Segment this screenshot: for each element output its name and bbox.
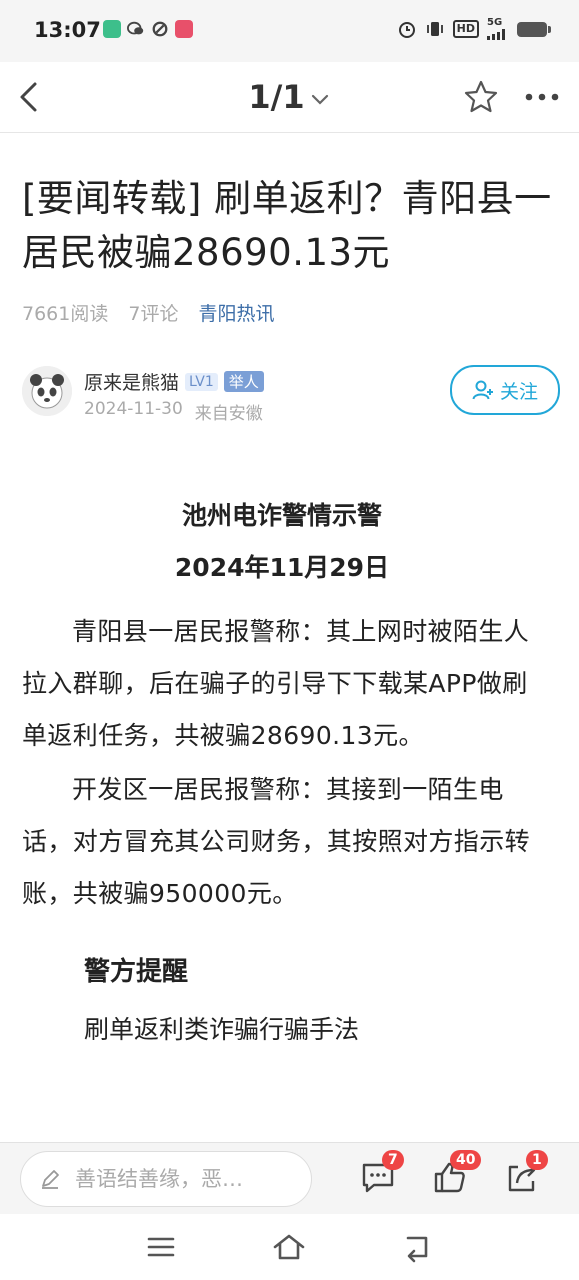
battery-icon [517,21,551,37]
article-title: [要闻转载] 刷单返利？青阳县一居民被骗28690.13元 [22,177,552,274]
author-sub-line: 2024-11-30 来自安徽 [84,399,263,424]
top-nav-bar: 1/1 [0,62,579,133]
read-count: 7661阅读 [22,303,109,325]
star-icon[interactable] [462,78,500,116]
vibrate-icon [426,22,443,36]
system-nav-bar [0,1214,579,1280]
post-date: 2024-11-30 [84,399,183,419]
avatar[interactable] [22,366,72,416]
signal-indicator: 5G [487,18,509,40]
article-heading: 池州电诈警情示警 [181,501,382,530]
notification-icons [103,20,193,38]
author-row: 原来是熊猫 LV1 举人 2024-11-30 来自安徽 关注 [22,364,562,424]
bottom-action-bar: 7 40 1 [0,1142,579,1215]
network-type: 5G [487,17,503,28]
hd-indicator: HD [452,20,479,38]
home-icon[interactable] [272,1230,306,1264]
share-count-badge: 1 [526,1150,548,1170]
app-notification-icon [103,20,121,38]
paragraph: 开发区一居民报警称：其接到一陌生电话，对方冒充其公司财务，其按照对方指示转账，共… [22,775,531,908]
status-bar: 13:07 HD 5G [0,0,579,62]
chevron-down-icon [311,94,328,105]
signal-icon [487,29,505,40]
post-location: 来自安徽 [194,404,263,424]
status-time: 13:07 [34,18,101,42]
source-link[interactable]: 青阳热讯 [198,299,274,326]
author-name-line: 原来是熊猫 LV1 举人 [84,368,264,395]
level-badge: LV1 [185,372,218,391]
app-icon [175,20,193,38]
menu-icon[interactable] [144,1230,178,1264]
article-date-heading: 2024年11月29日 [174,553,390,582]
comments-button[interactable]: 7 [360,1150,404,1195]
like-button[interactable]: 40 [432,1150,482,1195]
article-meta: 7661阅读 7评论 青阳热讯 [22,299,274,326]
back-nav-icon[interactable] [400,1230,434,1264]
share-button[interactable]: 1 [504,1150,548,1195]
alert-heading: 警方提醒 [84,957,189,987]
wechat-icon [127,21,144,35]
sync-icon [152,21,168,37]
alarm-icon [398,22,415,38]
more-icon[interactable] [522,82,562,112]
system-indicators: HD 5G [397,18,551,40]
paragraph: 青阳县一居民报警称：其上网时被陌生人拉入群聊，后在骗子的引导下下载某APP做刷单… [22,617,530,750]
panda-avatar-icon [22,366,72,416]
follow-button[interactable]: 关注 [450,365,560,415]
comment-box[interactable] [20,1151,312,1207]
author-name[interactable]: 原来是熊猫 [84,368,179,395]
like-count-badge: 40 [450,1150,482,1170]
follow-label: 关注 [499,380,538,403]
comment-input[interactable] [73,1166,297,1192]
rank-badge: 举人 [223,371,264,392]
comment-count-text[interactable]: 7评论 [128,299,178,326]
comment-count-badge: 7 [382,1150,404,1170]
add-user-icon [472,380,493,400]
page-indicator: 1/1 [248,78,305,116]
pen-icon [42,1170,59,1189]
paragraph: 刷单返利类诈骗行骗手法 [84,1015,360,1044]
article-body: 池州电诈警情示警 2024年11月29日 青阳县一居民报警称：其上网时被陌生人拉… [22,490,542,1056]
